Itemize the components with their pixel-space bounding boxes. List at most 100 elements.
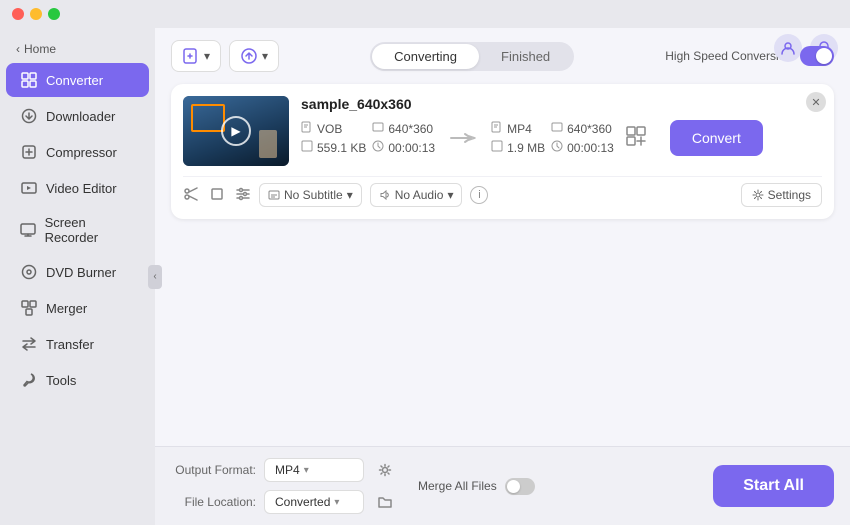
target-duration-row: 00:00:13 — [551, 140, 614, 155]
home-link[interactable]: ‹ Home — [0, 36, 155, 62]
top-bar: ▾ ▾ Converting Finished High Speed Con — [171, 40, 834, 72]
target-format-row: MP4 — [491, 121, 545, 136]
output-format-gear-icon[interactable] — [372, 457, 398, 483]
add-file-button[interactable]: ▾ — [171, 40, 221, 72]
high-speed-toggle[interactable] — [800, 46, 834, 66]
play-button-overlay[interactable]: ▶ — [221, 116, 251, 146]
subtitle-select[interactable]: No Subtitle ▾ — [259, 183, 362, 207]
target-resolution-icon — [551, 121, 563, 136]
file-card-top: ▶ sample_640x360 VOB — [183, 96, 822, 166]
subtitle-icon — [268, 189, 280, 201]
sidebar-item-compressor[interactable]: Compressor — [6, 135, 149, 169]
tab-finished[interactable]: Finished — [479, 44, 572, 69]
sidebar-item-label-dvd-burner: DVD Burner — [46, 265, 116, 280]
top-bar-right: High Speed Conversion — [665, 46, 834, 66]
settings-gear-icon — [752, 189, 764, 201]
tools-icon — [20, 371, 38, 389]
maximize-dot[interactable] — [48, 8, 60, 20]
add-dropdown-arrow: ▾ — [204, 49, 210, 63]
source-size-icon — [301, 140, 313, 155]
sidebar-item-label-merger: Merger — [46, 301, 87, 316]
downloader-icon — [20, 107, 38, 125]
tab-switcher: Converting Finished — [370, 42, 574, 71]
target-resolution-value: 640*360 — [567, 122, 612, 136]
source-resolution-icon — [372, 121, 384, 136]
subtitle-value: No Subtitle — [284, 188, 343, 202]
file-name: sample_640x360 — [301, 96, 822, 112]
file-thumbnail[interactable]: ▶ — [183, 96, 289, 166]
converter-icon — [20, 71, 38, 89]
transfer-icon — [20, 335, 38, 353]
output-settings-icon[interactable] — [624, 124, 648, 148]
home-label: Home — [24, 42, 56, 56]
sidebar-item-dvd-burner[interactable]: DVD Burner — [6, 255, 149, 289]
thumbnail-figure — [259, 130, 277, 158]
home-arrow-icon: ‹ — [16, 42, 20, 56]
sidebar-item-tools[interactable]: Tools — [6, 363, 149, 397]
output-format-select[interactable]: MP4 ▾ — [264, 458, 364, 482]
adjust-icon[interactable] — [235, 186, 251, 205]
sidebar-collapse-button[interactable]: ‹ — [148, 265, 162, 289]
convert-button[interactable]: Convert — [670, 120, 763, 156]
sidebar-item-converter[interactable]: Converter — [6, 63, 149, 97]
sidebar-item-label-downloader: Downloader — [46, 109, 115, 124]
top-bar-left: ▾ ▾ — [171, 40, 279, 72]
output-format-arrow: ▾ — [304, 465, 309, 476]
source-meta: VOB 559.1 KB — [301, 121, 366, 155]
source-duration-value: 00:00:13 — [388, 141, 435, 155]
conversion-arrow — [449, 131, 477, 145]
file-location-folder-icon[interactable] — [372, 489, 398, 515]
target-format-value: MP4 — [507, 122, 532, 136]
source-resolution-row: 640*360 — [372, 121, 435, 136]
sidebar-item-label-video-editor: Video Editor — [46, 181, 117, 196]
audio-arrow: ▾ — [447, 188, 453, 202]
target-format-icon — [491, 121, 503, 136]
sidebar: ‹ Home Converter Dow — [0, 28, 155, 525]
user-icon-button[interactable] — [774, 34, 802, 62]
audio-select[interactable]: No Audio ▾ — [370, 183, 463, 207]
source-duration-row: 00:00:13 — [372, 140, 435, 155]
convert-options-button[interactable]: ▾ — [229, 40, 279, 72]
audio-icon — [379, 189, 391, 201]
file-info: sample_640x360 VOB — [301, 96, 822, 156]
target-meta-2: 640*360 00:00:13 — [551, 121, 614, 155]
merge-all-label: Merge All Files — [418, 479, 497, 493]
start-all-button[interactable]: Start All — [713, 465, 834, 507]
target-meta: MP4 1.9 MB — [491, 121, 545, 155]
output-format-field: Output Format: MP4 ▾ — [171, 457, 398, 483]
sidebar-item-transfer[interactable]: Transfer — [6, 327, 149, 361]
target-duration-icon — [551, 140, 563, 155]
sidebar-item-screen-recorder[interactable]: Screen Recorder — [6, 207, 149, 253]
scissors-icon[interactable] — [183, 186, 199, 205]
output-format-row: Output Format: MP4 ▾ File Location: — [171, 457, 398, 515]
trim-icons — [183, 186, 251, 205]
source-resolution-value: 640*360 — [388, 122, 433, 136]
compressor-icon — [20, 143, 38, 161]
file-card-close-button[interactable]: ✕ — [806, 92, 826, 112]
tab-converting[interactable]: Converting — [372, 44, 479, 69]
file-card: ✕ ▶ sample_640x360 — [171, 84, 834, 219]
crop-icon[interactable] — [209, 186, 225, 205]
minimize-dot[interactable] — [30, 8, 42, 20]
settings-button[interactable]: Settings — [741, 183, 822, 207]
add-file-icon — [182, 47, 200, 65]
source-format-icon — [301, 121, 313, 136]
high-speed-label: High Speed Conversion — [665, 49, 792, 63]
file-location-arrow: ▾ — [334, 497, 339, 508]
thumbnail-orange-square — [191, 104, 225, 132]
merge-all-toggle[interactable] — [505, 478, 535, 495]
info-icon[interactable]: i — [470, 186, 488, 204]
source-format-row: VOB — [301, 121, 366, 136]
sidebar-item-video-editor[interactable]: Video Editor — [6, 171, 149, 205]
source-size-value: 559.1 KB — [317, 141, 366, 155]
sidebar-item-downloader[interactable]: Downloader — [6, 99, 149, 133]
target-duration-value: 00:00:13 — [567, 141, 614, 155]
source-meta-2: 640*360 00:00:13 — [372, 121, 435, 155]
close-dot[interactable] — [12, 8, 24, 20]
sidebar-item-label-tools: Tools — [46, 373, 76, 388]
sidebar-item-label-transfer: Transfer — [46, 337, 94, 352]
audio-value: No Audio — [395, 188, 444, 202]
source-duration-icon — [372, 140, 384, 155]
file-location-select[interactable]: Converted ▾ — [264, 490, 364, 514]
sidebar-item-merger[interactable]: Merger — [6, 291, 149, 325]
